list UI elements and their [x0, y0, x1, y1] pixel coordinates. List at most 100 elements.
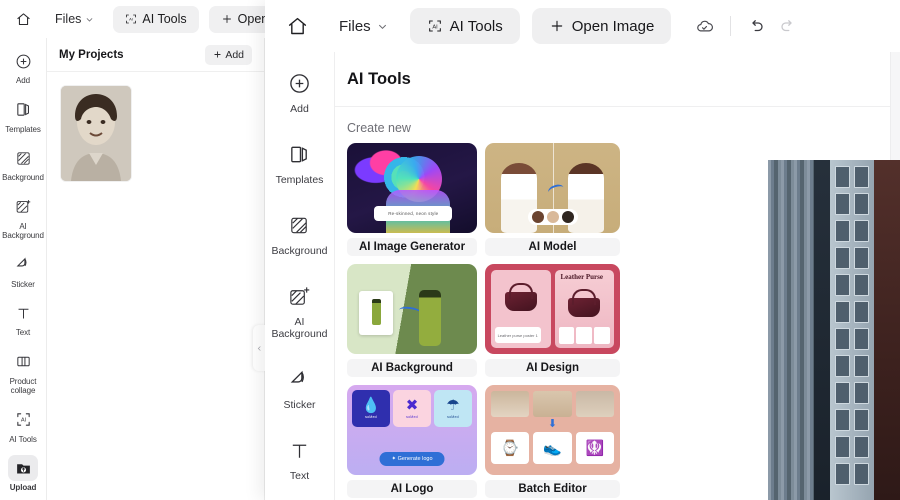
logo-grid-art: 💧 soMed ✖ soMed ☂ soMed ✦ Generate logo	[347, 385, 477, 475]
card-label: Batch Editor	[485, 480, 620, 498]
ai-tools-button[interactable]: AI AI Tools	[409, 8, 520, 44]
chevron-down-icon	[86, 17, 93, 22]
sticker-icon	[283, 364, 317, 394]
glass-facade	[768, 160, 814, 500]
card-ai-model[interactable]: AI Model	[485, 143, 620, 256]
sidebar-item-ai-background[interactable]: AI Background	[1, 194, 45, 241]
logo-tile: ✖ soMed	[393, 390, 431, 427]
my-projects-header: My Projects Add	[47, 38, 264, 72]
home-icon[interactable]	[279, 8, 315, 44]
open-image-button[interactable]: Open Image	[531, 8, 672, 44]
sidebar-item-label: Text	[15, 328, 31, 337]
card-label: AI Image Generator	[347, 238, 477, 256]
templates-icon	[283, 139, 317, 169]
batch-result-item: 🪯	[575, 432, 614, 464]
sidebar-item-product-collage[interactable]: Product collage	[1, 349, 45, 396]
sidebar-item-text[interactable]: Text	[268, 435, 332, 482]
card-label: AI Background	[347, 359, 477, 377]
sidebar-item-background[interactable]: Background	[1, 145, 45, 183]
sidebar-item-label: Add	[290, 103, 309, 115]
sidebar-item-label: AI Background	[271, 316, 328, 340]
plus-icon	[551, 20, 562, 32]
card-ai-image-generator[interactable]: Re-skinned, neon style AI Image Generato…	[347, 143, 477, 256]
sidebar-item-label: Product collage	[9, 376, 37, 396]
my-projects-grid	[47, 72, 264, 181]
sidebar-item-label: Sticker	[11, 279, 35, 289]
building-facade-photo[interactable]	[768, 160, 900, 500]
ai-tools-button[interactable]: AI AI Tools	[113, 5, 199, 33]
svg-text:AI: AI	[130, 17, 134, 22]
sticker-icon	[8, 252, 38, 278]
card-ai-design[interactable]: Leather purse poster 1 Leather Purse AI …	[485, 264, 620, 377]
panel-title: AI Tools	[347, 69, 411, 88]
sidebar-item-templates[interactable]: Templates	[1, 97, 45, 135]
templates-icon	[8, 97, 38, 123]
sidebar-item-text[interactable]: Text	[1, 300, 45, 338]
sidebar-item-sticker[interactable]: Sticker	[1, 252, 45, 290]
sidebar-item-label: Background	[271, 245, 328, 257]
prompt-chip: Re-skinned, neon style	[374, 206, 453, 222]
sidebar-item-ai-background[interactable]: AI Background	[268, 281, 332, 340]
sidebar-item-label: Templates	[275, 174, 324, 186]
ai-tools-label: AI Tools	[449, 17, 503, 35]
app-root: Files AI AI Tools Open Image Add	[0, 0, 900, 500]
design-prompt-chip: Leather purse poster 1	[494, 327, 541, 344]
ai-scan-icon: AI	[428, 20, 441, 32]
project-thumbnail[interactable]	[61, 86, 131, 181]
text-icon	[8, 300, 38, 326]
sidebar-item-add[interactable]: Add	[1, 48, 45, 86]
sidebar-item-label: AI Tools	[9, 434, 37, 444]
svg-text:AI: AI	[432, 24, 438, 30]
model-swap-art	[485, 143, 620, 233]
batch-products-art: ⬇ ⌚ 👟 🪯	[485, 385, 620, 475]
sidebar-item-upload[interactable]: Upload	[1, 455, 45, 493]
sidebar-item-label: AI Background	[2, 221, 44, 241]
sidebar-item-add[interactable]: Add	[268, 68, 332, 115]
card-label: AI Logo	[347, 480, 477, 498]
open-image-label: Open Image	[571, 17, 655, 35]
design-source: Leather purse poster 1	[491, 270, 551, 348]
undo-icon[interactable]	[740, 10, 772, 42]
sidebar-item-ai-tools[interactable]: AI AI Tools	[1, 407, 45, 445]
cloud-sync-icon[interactable]	[687, 9, 721, 43]
batch-arrow-icon: ⬇	[547, 418, 558, 430]
card-ai-logo[interactable]: 💧 soMed ✖ soMed ☂ soMed ✦ Generate logo …	[347, 385, 477, 498]
home-icon[interactable]	[8, 4, 38, 34]
sidebar-item-sticker[interactable]: Sticker	[268, 364, 332, 411]
ai-scan-icon: AI	[8, 407, 38, 433]
add-project-button[interactable]: Add	[205, 44, 252, 65]
page-title: My Projects	[59, 48, 124, 61]
sidebar-item-background[interactable]: Background	[268, 210, 332, 257]
plus-circle-icon	[8, 48, 38, 74]
plus-icon	[214, 51, 221, 58]
chevron-left-icon	[257, 345, 261, 351]
files-label: Files	[55, 12, 82, 26]
my-projects-panel: My Projects Add	[47, 38, 265, 500]
files-menu[interactable]: Files	[46, 7, 103, 31]
leather-purse-art: Leather purse poster 1 Leather Purse	[485, 264, 620, 354]
foreground-toolbar: Files AI AI Tools Open Image	[265, 0, 900, 52]
card-batch-editor[interactable]: ⬇ ⌚ 👟 🪯 Batch Editor	[485, 385, 620, 498]
redo-icon[interactable]	[772, 10, 804, 42]
dark-gap	[814, 160, 830, 500]
hatch-sparkle-icon	[283, 281, 317, 311]
logo-tile: 💧 soMed	[352, 390, 390, 427]
files-menu[interactable]: Files	[329, 11, 398, 42]
sidebar-item-label: Background	[2, 173, 44, 182]
files-label: Files	[339, 17, 371, 35]
card-ai-background[interactable]: AI Background	[347, 264, 477, 377]
hatch-icon	[283, 210, 317, 240]
add-project-label: Add	[225, 48, 244, 61]
poster-title: Leather Purse	[560, 273, 603, 281]
sidebar-item-label: Add	[16, 76, 30, 85]
sidebar-item-templates[interactable]: Templates	[268, 139, 332, 186]
logo-tiles: 💧 soMed ✖ soMed ☂ soMed	[352, 390, 472, 427]
text-icon	[283, 435, 317, 465]
poster-variants	[558, 327, 611, 344]
generate-logo-button[interactable]: ✦ Generate logo	[379, 452, 445, 466]
window-grid	[832, 160, 872, 500]
background-tool-rail: Add Templates Background AI Background S…	[0, 38, 47, 500]
design-result: Leather Purse	[554, 270, 614, 348]
ai-tools-panel-header: AI Tools	[335, 52, 890, 107]
batch-source-row	[491, 391, 614, 417]
